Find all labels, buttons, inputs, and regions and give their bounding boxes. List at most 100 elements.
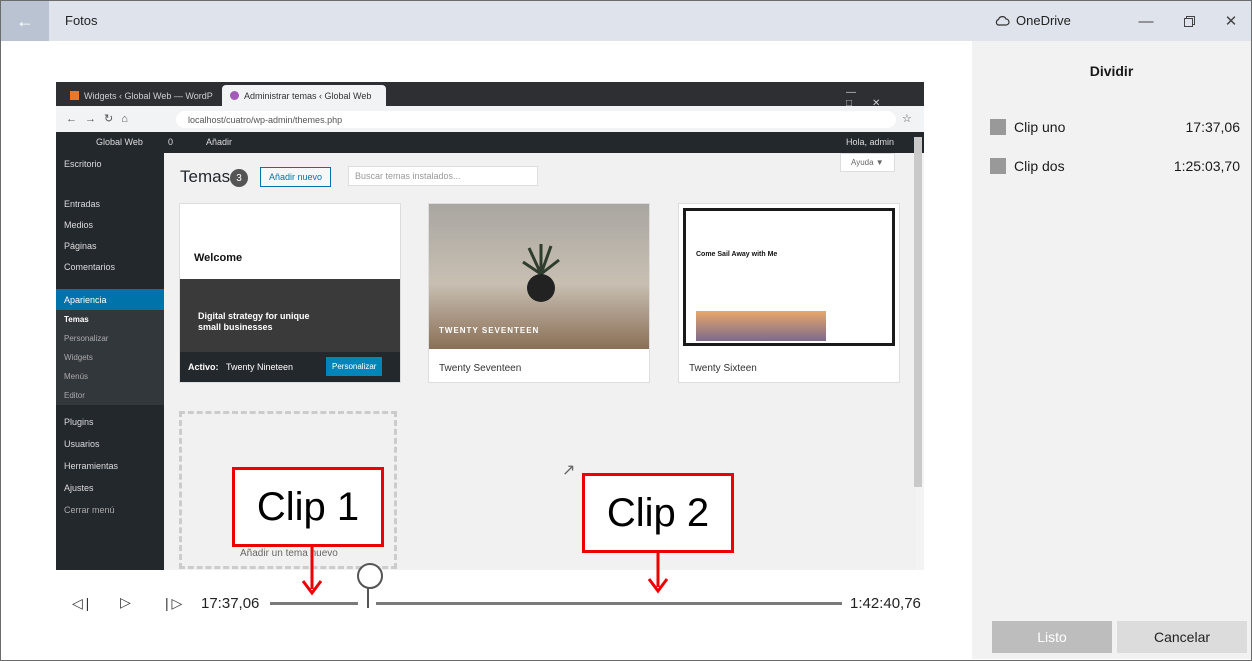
current-time: 17:37,06 (201, 595, 260, 612)
close-button[interactable]: ✕ (1211, 7, 1251, 35)
arrow-down-icon (301, 545, 323, 596)
onedrive-status[interactable]: OneDrive (994, 13, 1071, 28)
wp-comments-count: 0 (168, 137, 174, 147)
wp-search-field: Buscar temas instalados... (348, 166, 538, 186)
clip-row-1[interactable]: Clip uno 17:37,06 (990, 117, 1240, 137)
wp-menu-item: Usuarios (64, 438, 100, 449)
split-marker-stem (367, 586, 369, 608)
browser-scrollbar (914, 137, 922, 487)
browser-toolbar: ←→↻⌂ localhost/cuatro/wp-admin/themes.ph… (56, 106, 924, 132)
clip-duration: 1:25:03,70 (1173, 158, 1240, 174)
theme-name: Twenty Seventeen (439, 363, 522, 374)
play-icon: ▷ (120, 594, 131, 610)
close-icon: ✕ (1224, 13, 1238, 30)
theme-card-active: Welcome Digital strategy for unique smal… (179, 203, 401, 383)
cancel-button[interactable]: Cancelar (1117, 621, 1247, 653)
wp-menu-item: Herramientas (64, 460, 119, 471)
wp-site-name: Global Web (96, 137, 143, 147)
step-forward-icon: | ▷ (165, 595, 183, 611)
app-title: Fotos (65, 13, 98, 28)
play-button[interactable]: ▷ (120, 594, 131, 611)
wp-page-title: Temas (180, 167, 231, 186)
clip-name: Clip dos (1014, 158, 1065, 174)
onedrive-label: OneDrive (1016, 13, 1071, 28)
panel-title: Dividir (1089, 63, 1134, 79)
clip-1-label: Clip 1 (232, 467, 384, 547)
minimize-button[interactable]: — (1126, 7, 1166, 35)
restore-button[interactable] (1169, 7, 1209, 35)
browser-tab-title: Administrar temas ‹ Global Web (244, 90, 372, 101)
wp-menu-item-active: Apariencia (56, 289, 164, 310)
browser-tab-active: Administrar temas ‹ Global Web (222, 85, 386, 106)
arrow-left-icon: ← (16, 10, 34, 31)
browser-nav-icons: ←→↻⌂ (66, 113, 136, 125)
done-button[interactable]: Listo (992, 621, 1112, 653)
split-handle[interactable] (357, 563, 383, 589)
restore-icon (1183, 15, 1195, 27)
theme-preview-headline: Come Sail Away with Me (696, 251, 778, 258)
star-icon: ☆ (902, 113, 912, 125)
wp-admin-menu: Escritorio Entradas Medios Páginas Comen… (56, 153, 164, 570)
plant-illustration (521, 244, 561, 304)
clip-name: Clip uno (1014, 119, 1066, 135)
clip-color-swatch (990, 158, 1006, 174)
address-bar: localhost/cuatro/wp-admin/themes.php (176, 111, 896, 128)
clip-2-label: Clip 2 (582, 473, 734, 553)
clip-row-2[interactable]: Clip dos 1:25:03,70 (990, 156, 1240, 176)
theme-card: Come Sail Away with Me Twenty Sixteen (678, 203, 900, 383)
wp-menu-item: Cerrar menú (64, 504, 115, 515)
theme-active-bar: Activo: Twenty Nineteen Personalizar (180, 352, 400, 382)
browser-tab: Widgets ‹ Global Web — WordP (62, 85, 228, 106)
theme-preview-image: TWENTY SEVENTEEN (429, 204, 649, 349)
clip-color-swatch (990, 119, 1006, 135)
video-preview[interactable]: Widgets ‹ Global Web — WordP Administrar… (56, 82, 924, 570)
wp-greeting: Hola, admin (846, 137, 895, 147)
browser-tab-title: Widgets ‹ Global Web — WordP (84, 90, 213, 101)
wp-submenu-item: Personalizar (56, 329, 164, 348)
theme-count-badge: 3 (230, 169, 248, 187)
wp-menu-item: Escritorio (64, 158, 102, 169)
mouse-cursor-icon: ↗ (562, 462, 576, 479)
wp-submenu-item: Editor (56, 386, 164, 405)
wp-submenu-item: Temas (56, 310, 164, 329)
theme-name: Twenty Sixteen (689, 363, 757, 374)
theme-name: Twenty Nineteen (226, 362, 294, 372)
arrow-down-icon (647, 551, 669, 594)
next-frame-button[interactable]: | ▷ (165, 595, 182, 612)
active-label: Activo: (188, 362, 219, 372)
wp-menu-item: Ajustes (64, 482, 94, 493)
wp-help-tab: Ayuda ▼ (840, 153, 895, 172)
wp-admin-bar: Global Web 0 Añadir Hola, admin (56, 132, 924, 153)
clip-duration: 17:37,06 (1185, 119, 1241, 135)
favicon-icon (70, 91, 79, 100)
browser-tab-strip: Widgets ‹ Global Web — WordP Administrar… (56, 82, 924, 109)
theme-preview-overlay: TWENTY SEVENTEEN (439, 326, 540, 335)
split-panel: Dividir Clip uno 17:37,06 Clip dos 1:25:… (972, 41, 1251, 659)
sunset-image (696, 311, 826, 341)
wp-menu-item: Entradas (64, 198, 101, 209)
title-bar: ← Fotos OneDrive — ✕ (1, 1, 1251, 41)
wp-menu-item: Plugins (64, 416, 94, 427)
timeline-clip-2[interactable] (376, 602, 842, 605)
customize-button: Personalizar (326, 357, 383, 376)
favicon-icon (230, 91, 239, 100)
theme-preview-tagline: Digital strategy for unique small busine… (198, 311, 310, 332)
wp-menu-item: Medios (64, 219, 94, 230)
wp-add-new: Añadir (206, 137, 233, 147)
wp-submenu-item: Widgets (56, 348, 164, 367)
theme-card: TWENTY SEVENTEEN Twenty Seventeen (428, 203, 650, 383)
back-button[interactable]: ← (1, 1, 49, 41)
minimize-icon: — (1138, 12, 1154, 30)
wp-add-new-button: Añadir nuevo (260, 167, 332, 187)
theme-preview-image: Come Sail Away with Me (683, 208, 895, 346)
previous-frame-button[interactable]: ◁ | (72, 595, 89, 612)
wp-menu-item: Comentarios (64, 261, 116, 272)
cloud-icon (995, 16, 1010, 26)
wp-menu-item: Páginas (64, 240, 97, 251)
wp-submenu-item: Menús (56, 367, 164, 386)
theme-preview-image: Digital strategy for unique small busine… (180, 279, 400, 352)
timeline-clip-1[interactable] (270, 602, 358, 605)
total-time: 1:42:40,76 (850, 595, 921, 612)
step-back-icon: ◁ | (72, 595, 90, 611)
theme-preview-heading: Welcome (194, 252, 243, 264)
